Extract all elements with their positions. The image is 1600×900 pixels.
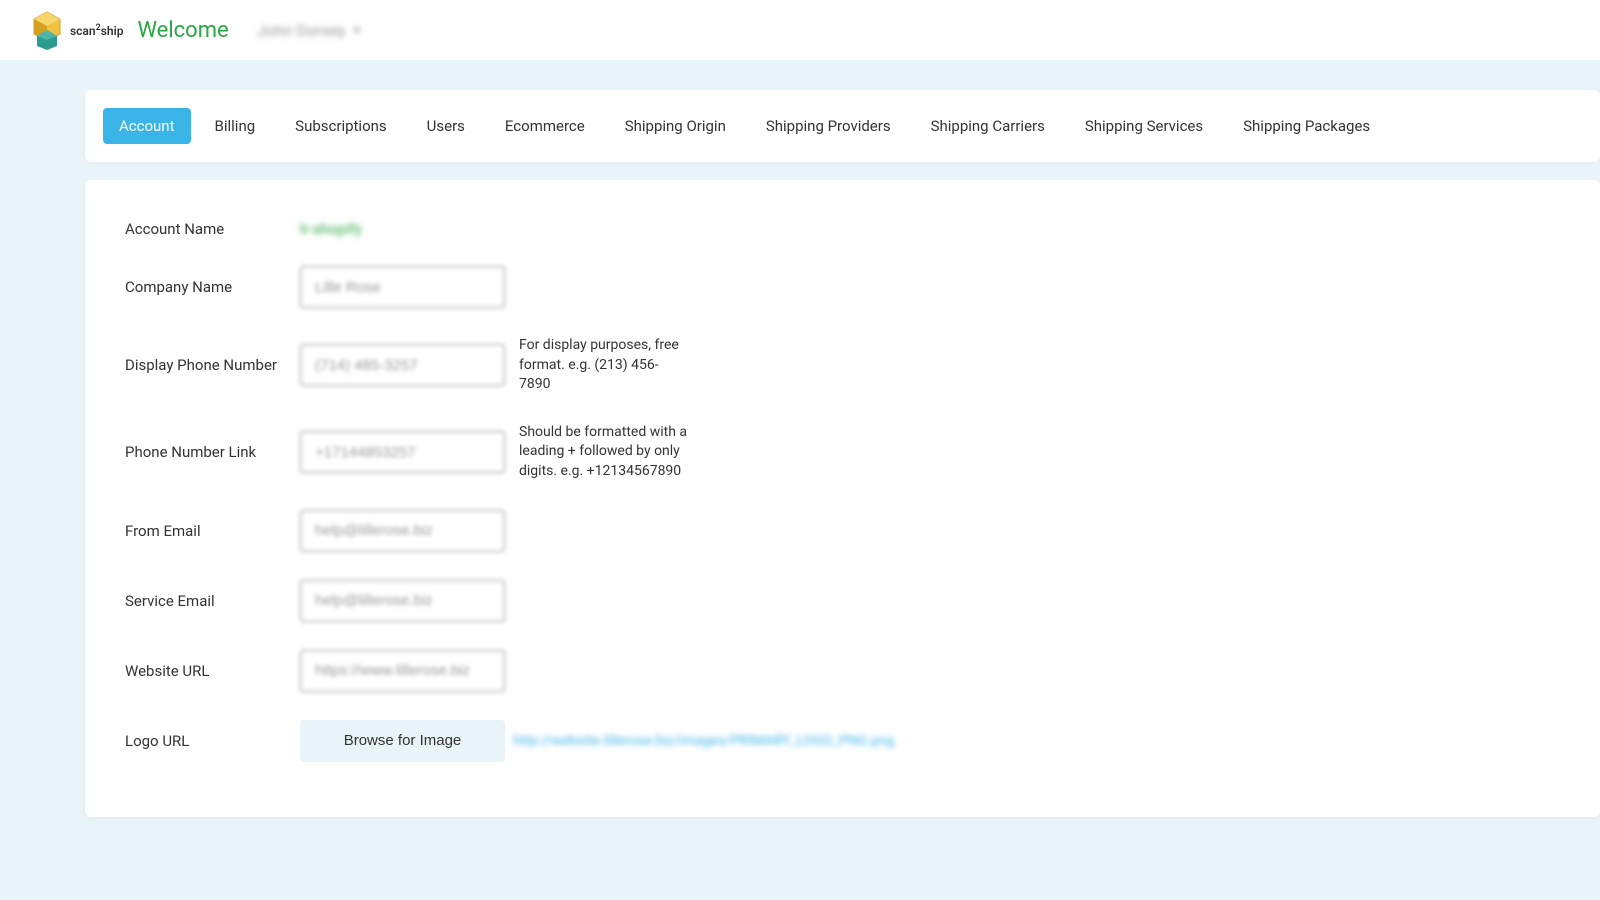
label-service-email: Service Email (125, 592, 300, 610)
page-body: Account Billing Subscriptions Users Ecom… (0, 60, 1600, 900)
tabs-container: Account Billing Subscriptions Users Ecom… (85, 90, 1600, 162)
value-logo-url: http://website.lillerose.biz/images/PRIM… (513, 733, 894, 749)
tab-shipping-services[interactable]: Shipping Services (1069, 108, 1219, 144)
label-website-url: Website URL (125, 662, 300, 680)
row-from-email: From Email (125, 510, 1560, 552)
label-phone-link: Phone Number Link (125, 443, 300, 461)
tab-shipping-origin[interactable]: Shipping Origin (609, 108, 742, 144)
tab-shipping-carriers[interactable]: Shipping Carriers (915, 108, 1061, 144)
row-display-phone: Display Phone Number For display purpose… (125, 336, 1560, 395)
input-display-phone[interactable] (300, 344, 505, 386)
app-header: scan2ship Welcome John Dorsey ▼ (0, 0, 1600, 60)
logo-icon (30, 10, 64, 50)
tab-account[interactable]: Account (103, 108, 191, 144)
brand-text: scan2ship (70, 23, 123, 38)
hint-display-phone: For display purposes, free format. e.g. … (519, 336, 689, 395)
input-from-email[interactable] (300, 510, 505, 552)
hint-phone-link: Should be formatted with a leading + fol… (519, 423, 689, 482)
tab-ecommerce[interactable]: Ecommerce (489, 108, 601, 144)
tab-users[interactable]: Users (411, 108, 481, 144)
tab-shipping-providers[interactable]: Shipping Providers (750, 108, 907, 144)
label-display-phone: Display Phone Number (125, 356, 300, 374)
user-name: John Dorsey (257, 21, 346, 40)
tabs: Account Billing Subscriptions Users Ecom… (103, 108, 1570, 144)
logo-block: scan2ship (30, 10, 123, 50)
account-form: Account Name lr-shopify Company Name Dis… (85, 180, 1600, 817)
tab-subscriptions[interactable]: Subscriptions (279, 108, 402, 144)
row-logo-url: Logo URL Browse for Image http://website… (125, 720, 1560, 762)
tab-shipping-packages[interactable]: Shipping Packages (1227, 108, 1386, 144)
user-dropdown[interactable]: John Dorsey ▼ (257, 21, 363, 40)
label-from-email: From Email (125, 522, 300, 540)
row-service-email: Service Email (125, 580, 1560, 622)
input-website-url[interactable] (300, 650, 505, 692)
row-account-name: Account Name lr-shopify (125, 220, 1560, 238)
row-phone-link: Phone Number Link Should be formatted wi… (125, 423, 1560, 482)
input-phone-link[interactable] (300, 431, 505, 473)
welcome-text: Welcome (137, 18, 228, 43)
tab-billing[interactable]: Billing (199, 108, 272, 144)
value-account-name: lr-shopify (300, 220, 362, 238)
row-company-name: Company Name (125, 266, 1560, 308)
browse-image-button[interactable]: Browse for Image (300, 720, 505, 762)
input-company-name[interactable] (300, 266, 505, 308)
input-service-email[interactable] (300, 580, 505, 622)
label-company-name: Company Name (125, 278, 300, 296)
chevron-down-icon: ▼ (352, 24, 363, 37)
label-logo-url: Logo URL (125, 732, 300, 750)
row-website-url: Website URL (125, 650, 1560, 692)
label-account-name: Account Name (125, 220, 300, 238)
